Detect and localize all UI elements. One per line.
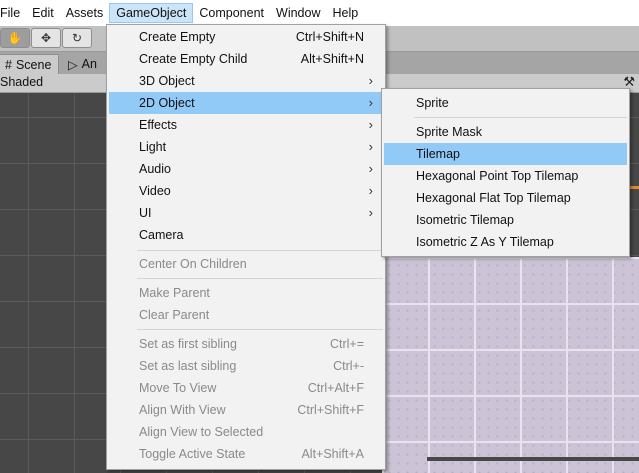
submenu-arrow-icon: › bbox=[368, 161, 373, 176]
menu-item-audio[interactable]: Audio › bbox=[109, 158, 383, 180]
hand-tool-button[interactable]: ✋ bbox=[0, 28, 30, 48]
menu-item-label: Effects bbox=[139, 118, 177, 132]
menu-item-move-to-view[interactable]: Move To View Ctrl+Alt+F bbox=[109, 377, 383, 399]
menu-item-create-empty[interactable]: Create Empty Ctrl+Shift+N bbox=[109, 26, 383, 48]
menu-item-label: Hexagonal Point Top Tilemap bbox=[416, 169, 579, 183]
submenu-item-isometric-tilemap[interactable]: Isometric Tilemap bbox=[384, 209, 627, 231]
scene-grid-icon: # bbox=[5, 57, 12, 72]
selection-edge bbox=[630, 186, 639, 189]
menu-file[interactable]: File bbox=[0, 3, 26, 23]
tab-scene-label: Scene bbox=[15, 57, 52, 72]
menu-component[interactable]: Component bbox=[193, 3, 270, 23]
menu-item-shortcut: Ctrl+- bbox=[333, 359, 364, 373]
submenu-item-hexagonal-flat-top-tilemap[interactable]: Hexagonal Flat Top Tilemap bbox=[384, 187, 627, 209]
menu-item-3d-object[interactable]: 3D Object › bbox=[109, 70, 383, 92]
menu-item-align-view-to-selected[interactable]: Align View to Selected bbox=[109, 421, 383, 443]
menu-item-label: Hexagonal Flat Top Tilemap bbox=[416, 191, 571, 205]
tab-animation[interactable]: ▷ An bbox=[62, 54, 112, 74]
submenu-item-sprite[interactable]: Sprite bbox=[384, 92, 627, 114]
submenu-item-sprite-mask[interactable]: Sprite Mask bbox=[384, 121, 627, 143]
menu-separator bbox=[414, 117, 627, 118]
menu-item-label: Audio bbox=[139, 162, 171, 176]
rotate-icon: ↻ bbox=[71, 31, 83, 45]
menu-item-shortcut: Ctrl+Alt+F bbox=[307, 381, 364, 395]
submenu-arrow-icon: › bbox=[368, 117, 373, 132]
submenu-arrow-icon: › bbox=[368, 183, 373, 198]
menu-item-label: Camera bbox=[139, 228, 184, 242]
tab-animation-label: An bbox=[81, 57, 97, 71]
menu-item-label: Isometric Tilemap bbox=[416, 213, 514, 227]
submenu-arrow-icon: › bbox=[368, 73, 373, 88]
menu-help[interactable]: Help bbox=[326, 3, 364, 23]
menu-item-label: Tilemap bbox=[416, 147, 460, 161]
menu-separator bbox=[137, 329, 383, 330]
menu-item-label: Toggle Active State bbox=[139, 447, 246, 461]
menu-separator bbox=[137, 250, 383, 251]
menu-item-label: Sprite bbox=[416, 96, 449, 110]
menu-item-label: 3D Object bbox=[139, 74, 195, 88]
menu-item-shortcut: Ctrl+Shift+N bbox=[295, 30, 364, 44]
menu-item-label: Create Empty Child bbox=[139, 52, 248, 66]
menu-item-make-parent[interactable]: Make Parent bbox=[109, 282, 383, 304]
submenu-item-tilemap[interactable]: Tilemap bbox=[384, 143, 627, 165]
menu-gameobject[interactable]: GameObject bbox=[109, 3, 194, 23]
menu-item-2d-object[interactable]: 2D Object › bbox=[109, 92, 383, 114]
menu-item-effects[interactable]: Effects › bbox=[109, 114, 383, 136]
menu-item-label: Isometric Z As Y Tilemap bbox=[416, 235, 554, 249]
menu-separator bbox=[137, 278, 383, 279]
menu-edit[interactable]: Edit bbox=[26, 3, 60, 23]
gameobject-menu: Create Empty Ctrl+Shift+N Create Empty C… bbox=[106, 24, 386, 470]
menu-item-shortcut: Ctrl+Shift+F bbox=[297, 403, 364, 417]
menu-item-camera[interactable]: Camera bbox=[109, 224, 383, 246]
menu-item-label: Sprite Mask bbox=[416, 125, 482, 139]
tilemap-edge bbox=[427, 457, 639, 461]
submenu-item-isometric-z-as-y-tilemap[interactable]: Isometric Z As Y Tilemap bbox=[384, 231, 627, 253]
menu-item-toggle-active-state[interactable]: Toggle Active State Alt+Shift+A bbox=[109, 443, 383, 465]
animation-icon: ▷ bbox=[68, 57, 78, 72]
menu-item-align-with-view[interactable]: Align With View Ctrl+Shift+F bbox=[109, 399, 383, 421]
menu-item-set-last-sibling[interactable]: Set as last sibling Ctrl+- bbox=[109, 355, 383, 377]
menu-item-shortcut: Ctrl+= bbox=[329, 337, 364, 351]
menu-bar: File Edit Assets GameObject Component Wi… bbox=[0, 0, 639, 26]
menu-item-label: Make Parent bbox=[139, 286, 210, 300]
menu-item-create-empty-child[interactable]: Create Empty Child Alt+Shift+N bbox=[109, 48, 383, 70]
menu-item-label: Center On Children bbox=[139, 257, 247, 271]
menu-item-set-first-sibling[interactable]: Set as first sibling Ctrl+= bbox=[109, 333, 383, 355]
menu-item-center-on-children[interactable]: Center On Children bbox=[109, 253, 383, 275]
menu-item-clear-parent[interactable]: Clear Parent bbox=[109, 304, 383, 326]
menu-item-label: Light bbox=[139, 140, 167, 154]
submenu-arrow-icon: › bbox=[368, 95, 373, 110]
menu-item-label: Video bbox=[139, 184, 171, 198]
menu-item-label: Clear Parent bbox=[139, 308, 210, 322]
shading-mode-dropdown[interactable]: Shaded bbox=[0, 75, 43, 89]
submenu-arrow-icon: › bbox=[368, 139, 373, 154]
menu-item-video[interactable]: Video › bbox=[109, 180, 383, 202]
submenu-item-hexagonal-point-top-tilemap[interactable]: Hexagonal Point Top Tilemap bbox=[384, 165, 627, 187]
menu-item-label: Set as last sibling bbox=[139, 359, 237, 373]
2d-object-submenu: Sprite Sprite Mask Tilemap Hexagonal Poi… bbox=[381, 88, 630, 257]
menu-window[interactable]: Window bbox=[270, 3, 326, 23]
menu-item-ui[interactable]: UI › bbox=[109, 202, 383, 224]
tab-scene[interactable]: # Scene bbox=[0, 54, 59, 74]
menu-item-light[interactable]: Light › bbox=[109, 136, 383, 158]
menu-item-label: Set as first sibling bbox=[139, 337, 237, 351]
menu-item-label: Move To View bbox=[139, 381, 217, 395]
menu-item-label: Align With View bbox=[139, 403, 226, 417]
move-tool-button[interactable]: ✥ bbox=[31, 28, 61, 48]
tilemap-grid bbox=[382, 257, 639, 473]
rotate-tool-button[interactable]: ↻ bbox=[62, 28, 92, 48]
move-icon: ✥ bbox=[40, 31, 52, 45]
menu-assets[interactable]: Assets bbox=[60, 3, 110, 23]
menu-item-label: Align View to Selected bbox=[139, 425, 264, 439]
hand-icon: ✋ bbox=[7, 31, 23, 45]
menu-item-label: UI bbox=[139, 206, 152, 220]
menu-item-label: 2D Object bbox=[139, 96, 195, 110]
submenu-arrow-icon: › bbox=[368, 205, 373, 220]
menu-item-label: Create Empty bbox=[139, 30, 216, 44]
menu-item-shortcut: Alt+Shift+N bbox=[300, 52, 364, 66]
menu-item-shortcut: Alt+Shift+A bbox=[301, 447, 364, 461]
